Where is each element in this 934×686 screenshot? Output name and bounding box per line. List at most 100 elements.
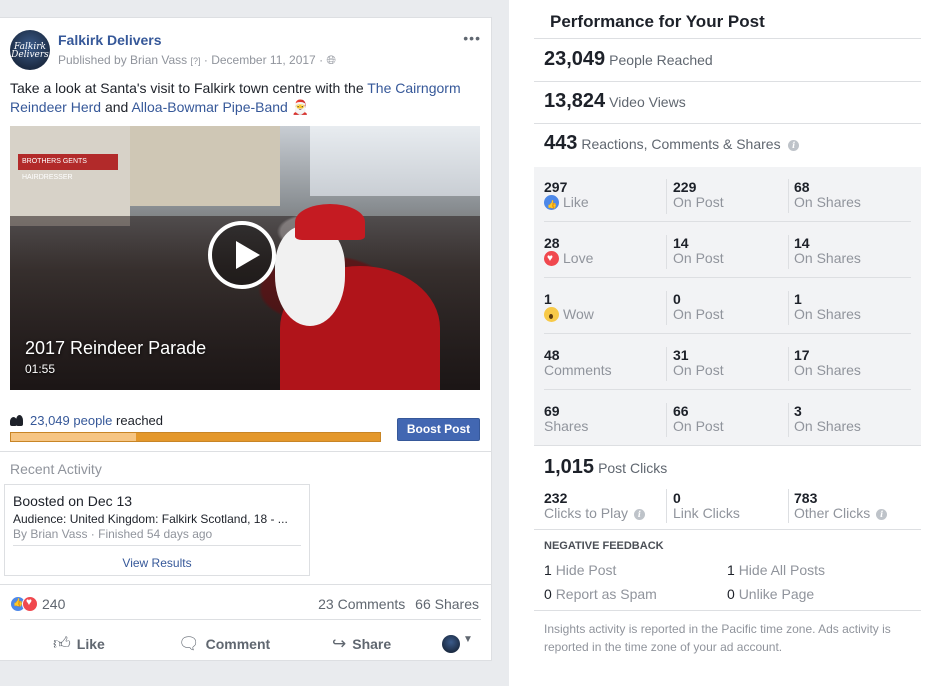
page-name-link[interactable]: Falkirk Delivers	[58, 32, 162, 48]
people-reached-value: 23,049	[544, 48, 606, 70]
boost-post-button[interactable]: Boost Post	[397, 418, 480, 441]
post-text-prefix: Take a look at Santa's visit to Falkirk …	[10, 80, 368, 96]
stat-comments-total: 48 Comments	[544, 348, 612, 378]
stat-shares-on-post-label: On Post	[673, 418, 724, 434]
comments-count[interactable]: 23 Comments	[318, 596, 405, 612]
post-text-mid: and	[101, 99, 132, 115]
stat-like-on-post: 229 On Post	[673, 180, 724, 210]
clicks-to-play-value: 232	[544, 490, 568, 506]
stat-comments-on-shares-label-row: On Shares	[794, 363, 861, 378]
reactions-count: 240	[42, 596, 66, 612]
activity-audience: Audience: United Kingdom: Falkirk Scotla…	[13, 512, 288, 526]
info-icon[interactable]: i	[876, 509, 888, 520]
wow-icon	[544, 307, 559, 322]
other-clicks-label: Other Clicks	[794, 505, 871, 521]
share-button[interactable]: ↪ Share	[332, 630, 391, 658]
video-views-label: Video Views	[609, 94, 686, 110]
help-marker[interactable]: [?]	[191, 56, 201, 66]
more-icon[interactable]: •••	[463, 30, 481, 46]
divider	[788, 347, 789, 381]
santa-emoji-icon: 🎅	[291, 99, 310, 115]
video-duration: 01:55	[25, 362, 56, 376]
stat-comments-total-label-row: Comments	[544, 363, 612, 378]
love-icon	[22, 596, 38, 612]
shares-count[interactable]: 66 Shares	[415, 596, 479, 612]
stat-like-on-post-value: 229	[673, 179, 697, 195]
divider	[788, 291, 789, 325]
activity-title: Boosted on Dec 13	[13, 493, 133, 509]
stat-comments-on-post-label: On Post	[673, 362, 724, 378]
caret-down-icon[interactable]: ▼	[463, 634, 473, 645]
stat-love-total-label: Love	[563, 250, 594, 266]
video-title: 2017 Reindeer Parade	[25, 338, 207, 358]
video-sky	[310, 126, 480, 196]
stat-wow-total-label: Wow	[563, 306, 594, 322]
comment-label: Comment	[205, 636, 271, 652]
divider	[666, 235, 667, 269]
stat-comments-total-label: Comments	[544, 362, 612, 378]
stat-comments-on-shares: 17 On Shares	[794, 348, 861, 378]
stat-comments-on-shares-value: 17	[794, 347, 810, 363]
video-santa-beard	[275, 226, 345, 326]
divider	[788, 489, 789, 523]
stat-wow-on-shares: 1 On Shares	[794, 292, 861, 322]
stat-love-on-shares-value: 14	[794, 235, 810, 251]
reactions-summary[interactable]: 240	[10, 596, 65, 612]
info-icon[interactable]: i	[633, 509, 645, 520]
stat-wow-on-shares-label: On Shares	[794, 306, 861, 322]
post-as-avatar[interactable]	[442, 635, 460, 653]
reach-summary: 23,049 people reached	[10, 413, 163, 428]
stat-like-on-shares-value: 68	[794, 179, 810, 195]
people-icon	[10, 415, 24, 426]
like-icon	[544, 195, 559, 212]
stat-comments-on-post-value: 31	[673, 347, 689, 363]
stat-shares-total-value: 69	[544, 403, 560, 419]
stat-love-total: 28Love	[544, 236, 593, 266]
view-results-link[interactable]: View Results	[5, 556, 309, 570]
video-player[interactable]: BROTHERS GENTS HAIRDRESSER 2017 Reindeer…	[10, 126, 480, 390]
play-icon[interactable]	[208, 221, 276, 289]
stat-love-on-post: 14 On Post	[673, 236, 724, 266]
link-clicks-value: 0	[673, 490, 681, 506]
stat-like-total-label: Like	[563, 194, 589, 210]
stat-comments-on-post: 31 On Post	[673, 348, 724, 378]
published-by[interactable]: Published by Brian Vass	[58, 53, 187, 67]
engagement-stat: 443 Reactions, Comments & Shares i	[544, 132, 800, 155]
divider	[666, 489, 667, 523]
divider	[0, 451, 491, 452]
link-pipe-band[interactable]: Alloa-Bowmar Pipe-Band	[131, 99, 287, 115]
like-button[interactable]: 👍︎ Like	[53, 630, 105, 658]
info-icon[interactable]: i	[788, 140, 800, 151]
like-label: Like	[76, 636, 105, 652]
comment-button[interactable]: 🗨︎ Comment	[178, 630, 270, 658]
post-clicks-value: 1,015	[544, 456, 595, 478]
clicks-to-play-label: Clicks to Play	[544, 505, 629, 521]
divider	[666, 347, 667, 381]
stat-love-on-post-label-row: On Post	[673, 251, 724, 266]
video-views-value: 13,824	[544, 90, 606, 112]
link-clicks: 0 Link Clicks	[673, 491, 740, 521]
divider	[544, 333, 911, 334]
stat-like-on-shares-label: On Shares	[794, 194, 861, 210]
stat-love-on-shares: 14 On Shares	[794, 236, 861, 266]
post-date[interactable]: December 11, 2017	[211, 53, 316, 67]
timezone-footnote: Insights activity is reported in the Pac…	[544, 622, 891, 654]
divider	[666, 291, 667, 325]
reach-count-link[interactable]: 23,049 people	[30, 413, 112, 428]
activity-by: By Brian Vass · Finished 54 days ago	[13, 527, 213, 541]
stat-shares-total: 69 Shares	[544, 404, 588, 434]
engagement-value: 443	[544, 132, 578, 154]
page-avatar[interactable]: Falkirk Delivers	[10, 30, 50, 70]
negative-feedback-title: NEGATIVE FEEDBACK	[544, 540, 664, 552]
stat-shares-on-shares-label: On Shares	[794, 418, 861, 434]
stat-comments-on-shares-label: On Shares	[794, 362, 861, 378]
negative-unlike-page: 0 Unlike Page	[727, 586, 814, 602]
activity-card: Boosted on Dec 13 Audience: United Kingd…	[4, 484, 310, 576]
negative-report-spam-value: 0	[544, 586, 552, 602]
like-icon: 👍︎	[53, 634, 71, 653]
engagement-label: Reactions, Comments & Shares	[581, 136, 781, 152]
stat-wow-total: 1 Wow	[544, 292, 594, 322]
divider	[534, 610, 921, 611]
stat-love-on-post-label: On Post	[673, 250, 724, 266]
divider	[544, 389, 911, 390]
